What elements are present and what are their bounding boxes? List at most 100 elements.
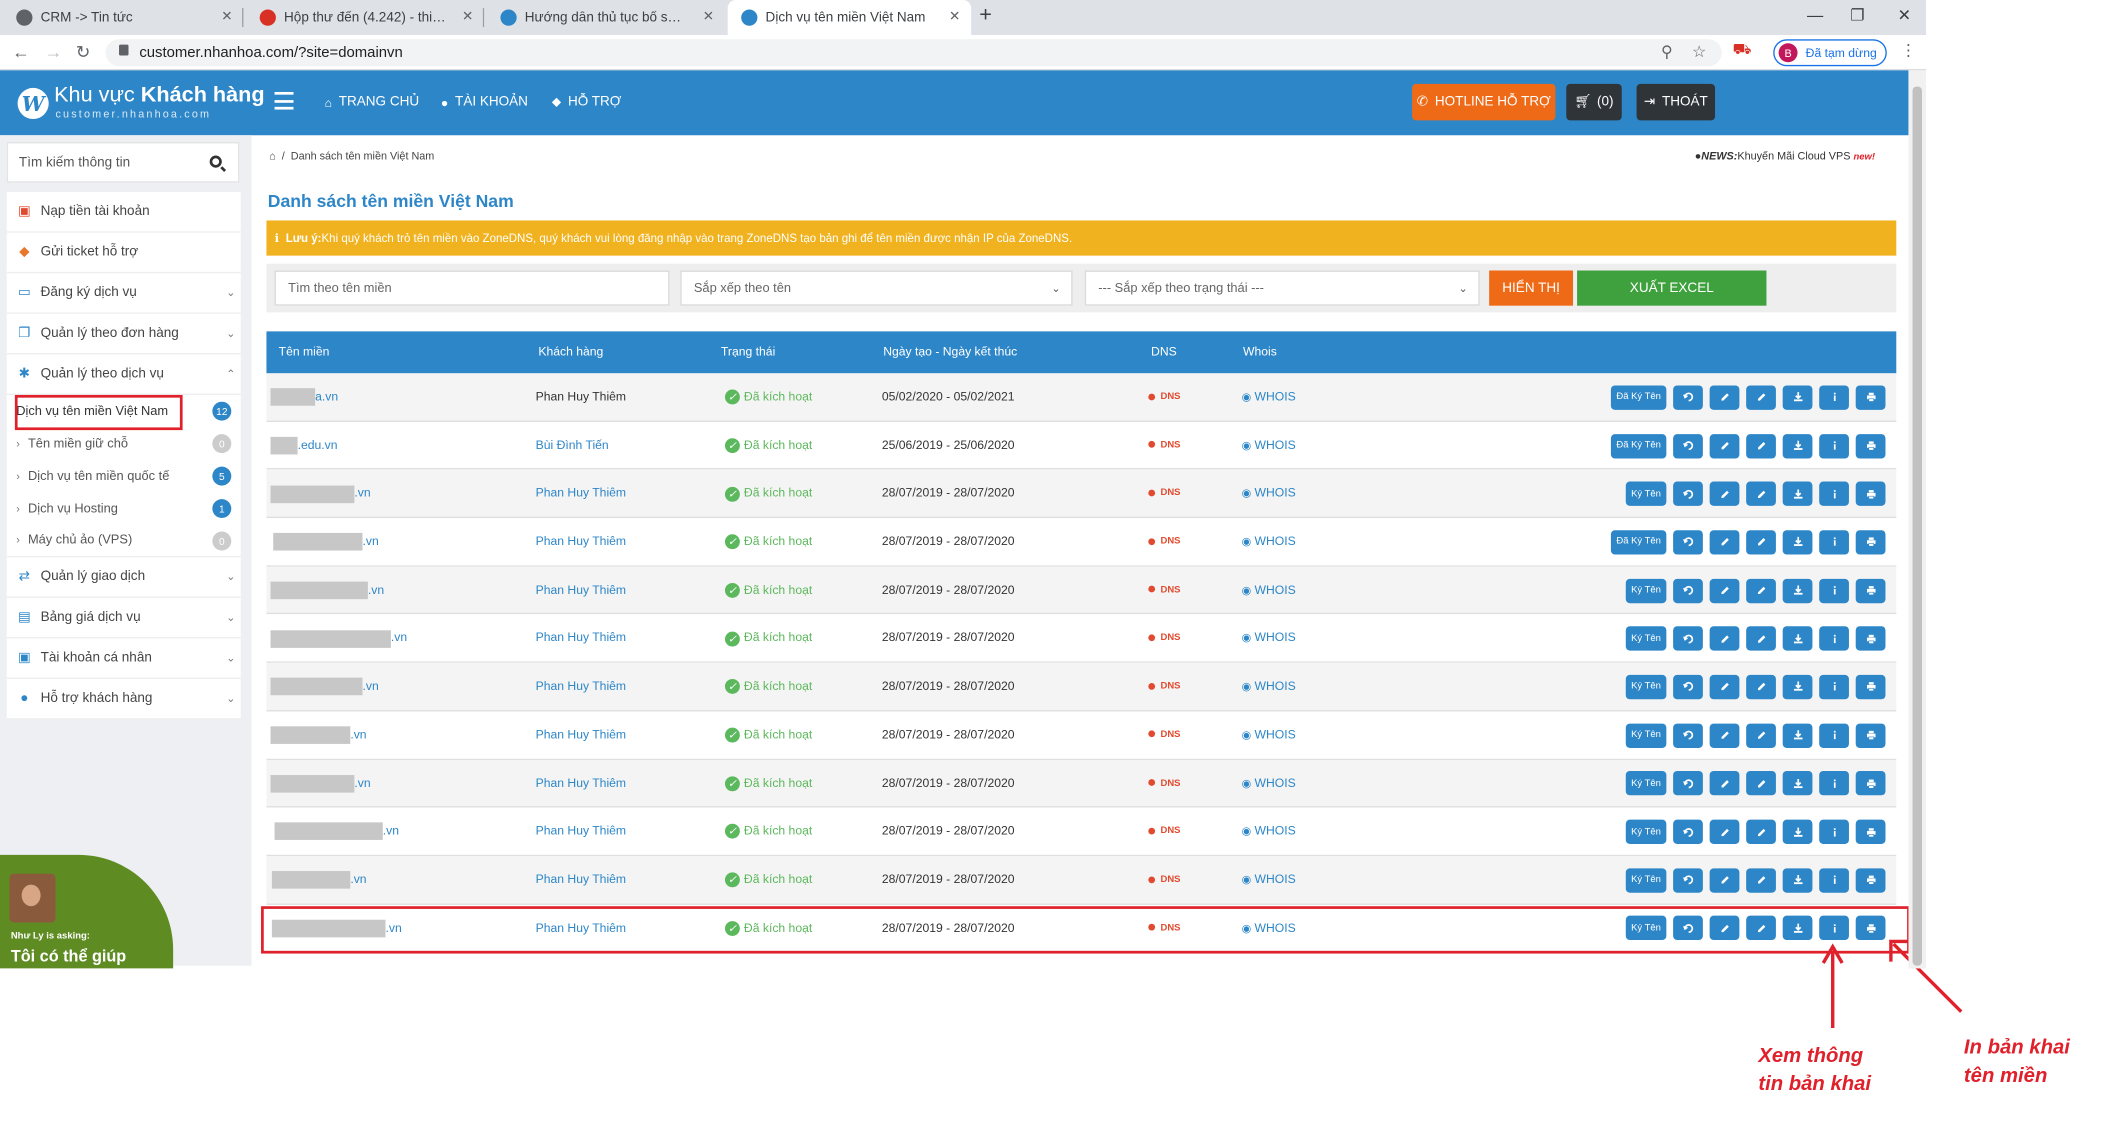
- pencil-button[interactable]: [1746, 385, 1776, 410]
- download-button[interactable]: [1782, 530, 1813, 555]
- print-button[interactable]: [1855, 433, 1886, 458]
- customer-cell[interactable]: Phan Huy Thiêm: [536, 808, 626, 856]
- edit-button[interactable]: [1709, 771, 1740, 796]
- refresh-button[interactable]: [1673, 819, 1703, 845]
- pencil-button[interactable]: [1746, 771, 1776, 796]
- download-button[interactable]: [1782, 626, 1813, 651]
- sign-button[interactable]: Ký Tên: [1625, 674, 1667, 700]
- new-tab-button[interactable]: +: [979, 4, 992, 28]
- sort-name-select[interactable]: Sắp xếp theo tên ⌄: [680, 270, 1073, 306]
- edit-button[interactable]: [1709, 867, 1740, 893]
- print-button[interactable]: [1855, 771, 1886, 796]
- url-input[interactable]: customer.nhanhoa.com/?site=domainvn ⚲ ☆: [105, 39, 1722, 67]
- show-button[interactable]: HIỂN THỊ: [1489, 270, 1574, 306]
- whois-link[interactable]: ◉ WHOIS: [1242, 615, 1296, 663]
- pencil-button[interactable]: [1746, 481, 1776, 507]
- tab-close-icon[interactable]: ✕: [462, 9, 473, 24]
- close-window-icon[interactable]: ✕: [1898, 5, 1912, 24]
- sidebar-item[interactable]: ▭ Đăng ký dịch vụ ⌄: [6, 273, 241, 314]
- dns-link[interactable]: DNS: [1148, 856, 1180, 904]
- info-button[interactable]: [1819, 674, 1849, 700]
- domain-cell[interactable]: .vn: [270, 615, 407, 663]
- whois-link[interactable]: ◉ WHOIS: [1242, 518, 1296, 566]
- sidebar-subitem[interactable]: › Tên miền giữ chỗ 0: [7, 427, 241, 459]
- print-button[interactable]: [1855, 385, 1886, 410]
- cart-button[interactable]: 🛒︎ (0): [1566, 83, 1622, 121]
- info-button[interactable]: [1819, 433, 1849, 458]
- info-button[interactable]: [1819, 626, 1849, 651]
- info-button[interactable]: [1819, 481, 1849, 507]
- download-button[interactable]: [1782, 385, 1813, 410]
- download-button[interactable]: [1782, 867, 1813, 893]
- domain-cell[interactable]: .vn: [271, 856, 367, 904]
- reload-icon[interactable]: ↻: [76, 42, 91, 64]
- dns-link[interactable]: DNS: [1148, 711, 1180, 759]
- print-button[interactable]: [1855, 578, 1886, 603]
- sidebar-item[interactable]: ◆ Gửi ticket hỗ trợ: [6, 233, 241, 274]
- forward-icon[interactable]: →: [45, 42, 63, 62]
- scrollbar-thumb[interactable]: [1912, 86, 1922, 966]
- edit-button[interactable]: [1709, 723, 1740, 748]
- sidebar-item[interactable]: ✱ Quản lý theo dịch vụ ⌃: [6, 354, 241, 395]
- browser-tab[interactable]: Hộp thư đến (4.242) - thiemph@ ✕: [246, 0, 485, 35]
- pencil-button[interactable]: [1746, 433, 1776, 458]
- edit-button[interactable]: [1709, 674, 1740, 700]
- customer-cell[interactable]: Phan Huy Thiêm: [536, 663, 626, 711]
- print-button[interactable]: [1855, 674, 1886, 700]
- sign-button[interactable]: Ký Tên: [1625, 481, 1667, 507]
- edit-button[interactable]: [1709, 626, 1740, 651]
- domain-cell[interactable]: .vn: [270, 470, 371, 518]
- sidebar-subitem[interactable]: › Dịch vụ Hosting 1: [7, 492, 241, 524]
- domain-cell[interactable]: .vn: [270, 566, 384, 614]
- customer-cell[interactable]: Phan Huy Thiêm: [536, 759, 626, 807]
- domain-cell[interactable]: a.vn: [270, 373, 338, 421]
- info-button[interactable]: [1819, 867, 1849, 893]
- customer-cell[interactable]: Bùi Đình Tiến: [536, 422, 609, 470]
- edit-button[interactable]: [1709, 578, 1740, 603]
- dns-link[interactable]: DNS: [1148, 470, 1180, 518]
- home-icon[interactable]: ⌂: [269, 150, 276, 162]
- refresh-button[interactable]: [1673, 626, 1703, 651]
- sign-button[interactable]: Đã Ký Tên: [1610, 385, 1667, 410]
- customer-cell[interactable]: Phan Huy Thiêm: [536, 711, 626, 759]
- hotline-button[interactable]: ✆ HOTLINE HỖ TRỢ: [1412, 83, 1556, 121]
- domain-cell[interactable]: .vn: [273, 518, 379, 566]
- sidebar-item[interactable]: ⇄ Quản lý giao dịch ⌄: [6, 557, 241, 598]
- whois-link[interactable]: ◉ WHOIS: [1242, 566, 1296, 614]
- dns-link[interactable]: DNS: [1148, 759, 1180, 807]
- restore-icon[interactable]: ❐: [1850, 5, 1865, 24]
- download-button[interactable]: [1782, 433, 1813, 458]
- pencil-button[interactable]: [1746, 674, 1776, 700]
- pencil-button[interactable]: [1746, 626, 1776, 651]
- tab-close-icon[interactable]: ✕: [949, 9, 960, 24]
- download-button[interactable]: [1782, 578, 1813, 603]
- sidebar-item[interactable]: ❐ Quản lý theo đơn hàng ⌄: [6, 314, 241, 355]
- sign-button[interactable]: Đã Ký Tên: [1610, 433, 1667, 458]
- domain-cell[interactable]: .vn: [270, 663, 379, 711]
- whois-link[interactable]: ◉ WHOIS: [1242, 808, 1296, 856]
- whois-link[interactable]: ◉ WHOIS: [1242, 856, 1296, 904]
- print-button[interactable]: [1855, 723, 1886, 748]
- sign-button[interactable]: Ký Tên: [1625, 819, 1667, 845]
- domain-cell[interactable]: .vn: [270, 759, 371, 807]
- dns-link[interactable]: DNS: [1148, 615, 1180, 663]
- logout-button[interactable]: ⇥ THOÁT: [1636, 83, 1716, 121]
- download-button[interactable]: [1782, 723, 1813, 748]
- refresh-button[interactable]: [1673, 433, 1703, 458]
- customer-cell[interactable]: Phan Huy Thiêm: [536, 566, 626, 614]
- whois-link[interactable]: ◉ WHOIS: [1242, 422, 1296, 470]
- download-button[interactable]: [1782, 481, 1813, 507]
- pencil-button[interactable]: [1746, 530, 1776, 555]
- refresh-button[interactable]: [1673, 771, 1703, 796]
- info-button[interactable]: [1819, 578, 1849, 603]
- pencil-button[interactable]: [1746, 723, 1776, 748]
- browser-tab[interactable]: CRM -> Tin tức ✕: [3, 0, 244, 35]
- dns-link[interactable]: DNS: [1148, 566, 1180, 614]
- edit-button[interactable]: [1709, 433, 1740, 458]
- refresh-button[interactable]: [1673, 530, 1703, 555]
- profile-button[interactable]: B Đã tạm dừng: [1773, 39, 1887, 67]
- dns-link[interactable]: DNS: [1148, 373, 1180, 421]
- sign-button[interactable]: Đã Ký Tên: [1610, 530, 1667, 555]
- nav-support[interactable]: ◆ HỖ TRỢ: [552, 95, 622, 110]
- edit-button[interactable]: [1709, 481, 1740, 507]
